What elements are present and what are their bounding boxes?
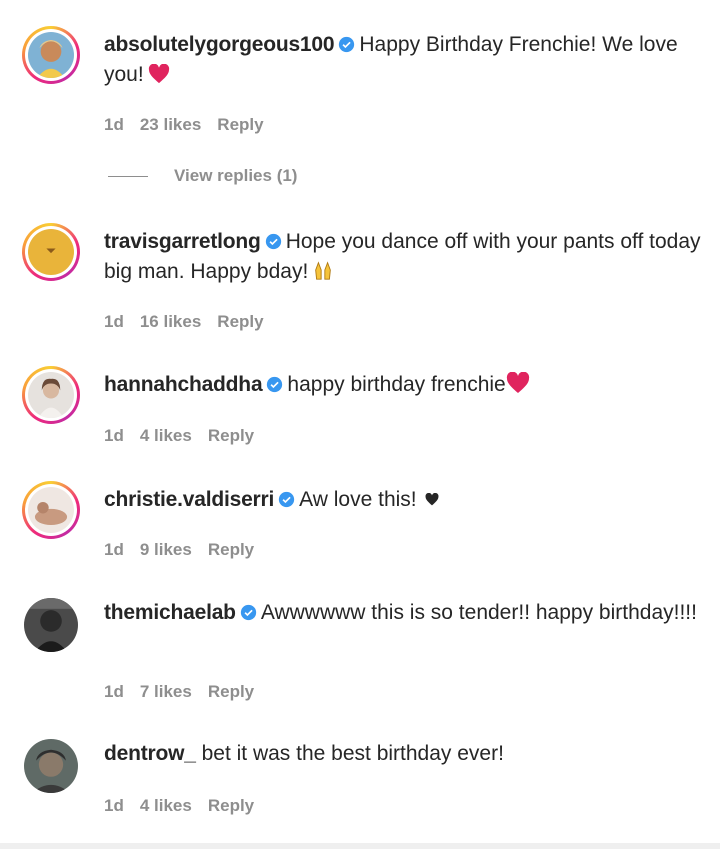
reply-button[interactable]: Reply [217,312,263,331]
view-replies-label: View replies (1) [174,166,298,185]
comment-meta: 1d 4 likes Reply [104,796,270,816]
comment-meta: 1d 9 likes Reply [104,540,270,560]
comment-time: 1d [104,426,124,445]
comment-body: absolutelygorgeous100 Happy Birthday Fren… [104,30,704,90]
red-heart-icon [506,372,529,393]
comment-username[interactable]: travisgarretlong [104,230,261,253]
avatar-image-icon [24,598,78,652]
comment-text: Awwwwww this is so tender!! happy birthd… [260,601,697,624]
view-replies-button[interactable]: View replies (1) [108,166,297,186]
reply-button[interactable]: Reply [208,682,254,701]
avatar[interactable] [22,223,80,281]
black-heart-icon [425,493,439,506]
reply-button[interactable]: Reply [208,796,254,815]
reply-button[interactable]: Reply [208,426,254,445]
verified-badge-icon [240,604,256,621]
comment-text: bet it was the best birthday ever! [201,742,504,765]
bottom-divider [0,843,720,849]
verified-badge-icon [339,36,355,53]
comment-body: themichaelab Awwwwww this is so tender!! … [104,598,704,628]
comment-text: Aw love this! [299,488,417,511]
comment-likes[interactable]: 23 likes [140,115,201,134]
avatar[interactable] [24,739,78,793]
avatar-image-icon [28,487,74,533]
view-replies-divider [108,175,148,177]
comment-likes[interactable]: 4 likes [140,796,192,815]
comment-text: happy birthday frenchie [287,373,506,396]
avatar-image-icon [28,229,74,275]
comment-meta: 1d 4 likes Reply [104,426,270,446]
avatar[interactable] [22,366,80,424]
verified-badge-icon [265,233,281,250]
verified-badge-icon [278,491,295,508]
comment-body: hannahchaddha happy birthday frenchie [104,370,704,400]
comment-username[interactable]: christie.valdiserri [104,488,274,511]
comment-likes[interactable]: 16 likes [140,312,201,331]
comment-likes[interactable]: 9 likes [140,540,192,559]
verified-badge-icon [267,376,283,393]
comment-likes[interactable]: 7 likes [140,682,192,701]
comment-username[interactable]: hannahchaddha [104,373,263,396]
reply-button[interactable]: Reply [208,540,254,559]
comment-time: 1d [104,115,124,134]
comment-meta: 1d 7 likes Reply [104,682,270,702]
comment-username[interactable]: absolutelygorgeous100 [104,33,335,56]
comment-time: 1d [104,540,124,559]
comment-time: 1d [104,796,124,815]
reply-button[interactable]: Reply [217,115,263,134]
comment-body: travisgarretlong Hope you dance off with … [104,227,704,287]
comment-meta: 1d 16 likes Reply [104,312,280,332]
comment-time: 1d [104,312,124,331]
avatar-image-icon [28,32,74,78]
comment-username[interactable]: themichaelab [104,601,236,624]
comment-likes[interactable]: 4 likes [140,426,192,445]
comment-body: christie.valdiserri Aw love this! [104,485,704,515]
avatar-image-icon [28,372,74,418]
raising-hands-icon [315,261,332,280]
avatar-image-icon [24,739,78,793]
comment-username[interactable]: dentrow_ [104,742,196,765]
avatar[interactable] [24,598,78,652]
red-heart-icon [148,64,169,84]
avatar[interactable] [22,481,80,539]
comment-time: 1d [104,682,124,701]
avatar[interactable] [22,26,80,84]
comment-meta: 1d 23 likes Reply [104,115,280,135]
comment-body: dentrow_ bet it was the best birthday ev… [104,739,704,769]
